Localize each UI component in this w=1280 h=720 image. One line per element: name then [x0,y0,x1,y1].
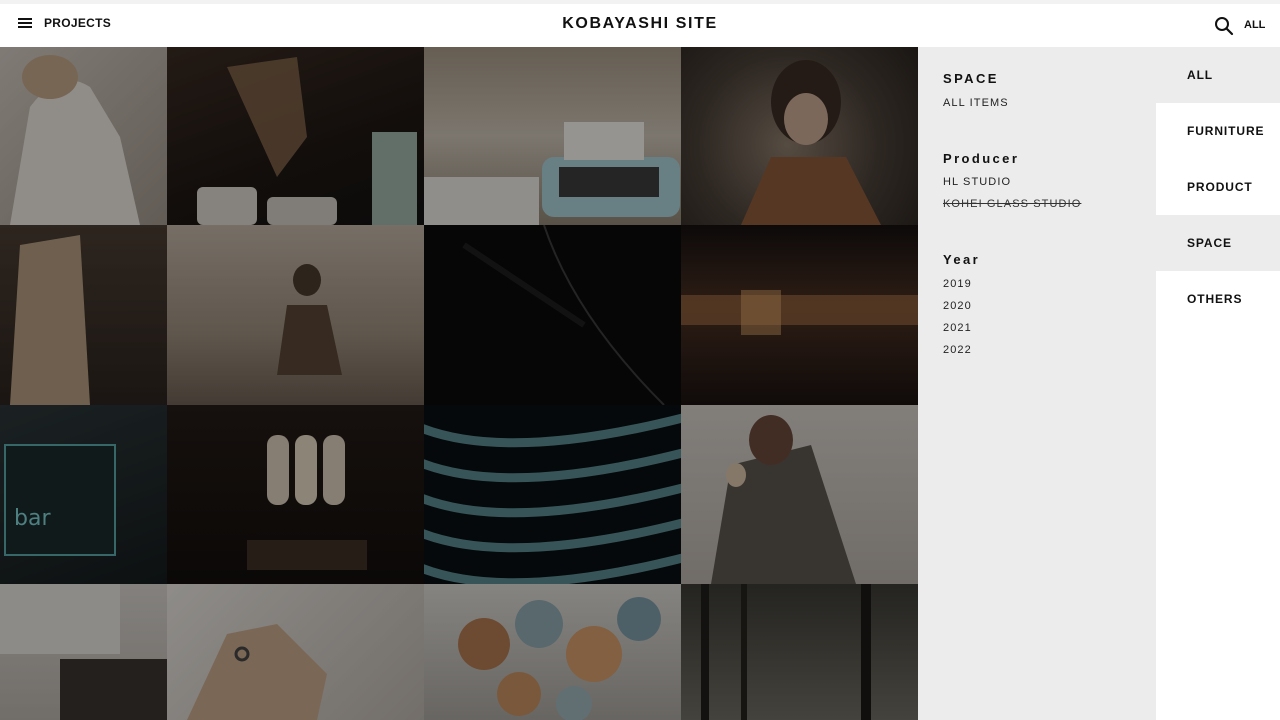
grid-tile-paper-lanterns[interactable] [424,584,681,720]
grid-tile-white-kitchen[interactable] [0,584,167,720]
svg-text:bar: bar [14,506,51,531]
category-space[interactable]: SPACE [1156,215,1280,271]
grid-tile-fur-coat-icecream[interactable] [681,405,918,584]
category-all[interactable]: ALL [1156,47,1280,103]
grid-tile-arched-window-room[interactable] [167,405,424,584]
all-link[interactable]: ALL [1244,19,1265,31]
site-title[interactable]: KOBAYASHI SITE [0,15,1280,33]
grid-tile-hand-rings[interactable] [167,584,424,720]
filter-item-year-2022[interactable]: 2022 [943,344,972,356]
site-header: PROJECTS KOBAYASHI SITE ALL [0,4,1280,47]
grid-tile-blurred-light-lines[interactable] [681,225,918,405]
filter-heading-year: Year [943,252,981,267]
filter-item-all-items[interactable]: ALL ITEMS [943,97,1009,109]
grid-tile-abstract-curve[interactable] [424,225,681,405]
grid-tile-typewriter-cafe[interactable] [424,47,681,225]
filter-item-year-2021[interactable]: 2021 [943,322,972,334]
filter-heading-space: SPACE [943,71,999,86]
filter-heading-producer: Producer [943,151,1020,166]
filter-item-year-2019[interactable]: 2019 [943,278,972,290]
category-product[interactable]: PRODUCT [1156,159,1280,215]
grid-tile-woman-pointing[interactable] [681,47,918,225]
filter-item-year-2020[interactable]: 2020 [943,300,972,312]
filter-panel: SPACE ALL ITEMS Producer HL STUDIO KOHEI… [918,47,1156,720]
search-icon[interactable] [1214,16,1234,36]
grid-tile-desert-figure[interactable] [167,225,424,405]
grid-tile-neon-sign-bar[interactable]: bar [0,405,167,584]
project-image-grid: bar [0,47,918,720]
grid-tile-coat-fashion[interactable] [0,225,167,405]
grid-tile-woman-white-shirt[interactable] [0,47,167,225]
filter-item-kohei-glass-studio[interactable]: KOHEI GLASS STUDIO [943,198,1081,210]
category-others[interactable]: OTHERS [1156,271,1280,720]
category-nav: ALL FURNITURE PRODUCT SPACE OTHERS [1156,47,1280,720]
grid-tile-teal-architecture[interactable] [424,405,681,584]
grid-tile-forest-trees[interactable] [681,584,918,720]
category-furniture[interactable]: FURNITURE [1156,103,1280,159]
grid-tile-coffee-pour-over[interactable] [167,47,424,225]
filter-item-hl-studio[interactable]: HL STUDIO [943,176,1011,188]
